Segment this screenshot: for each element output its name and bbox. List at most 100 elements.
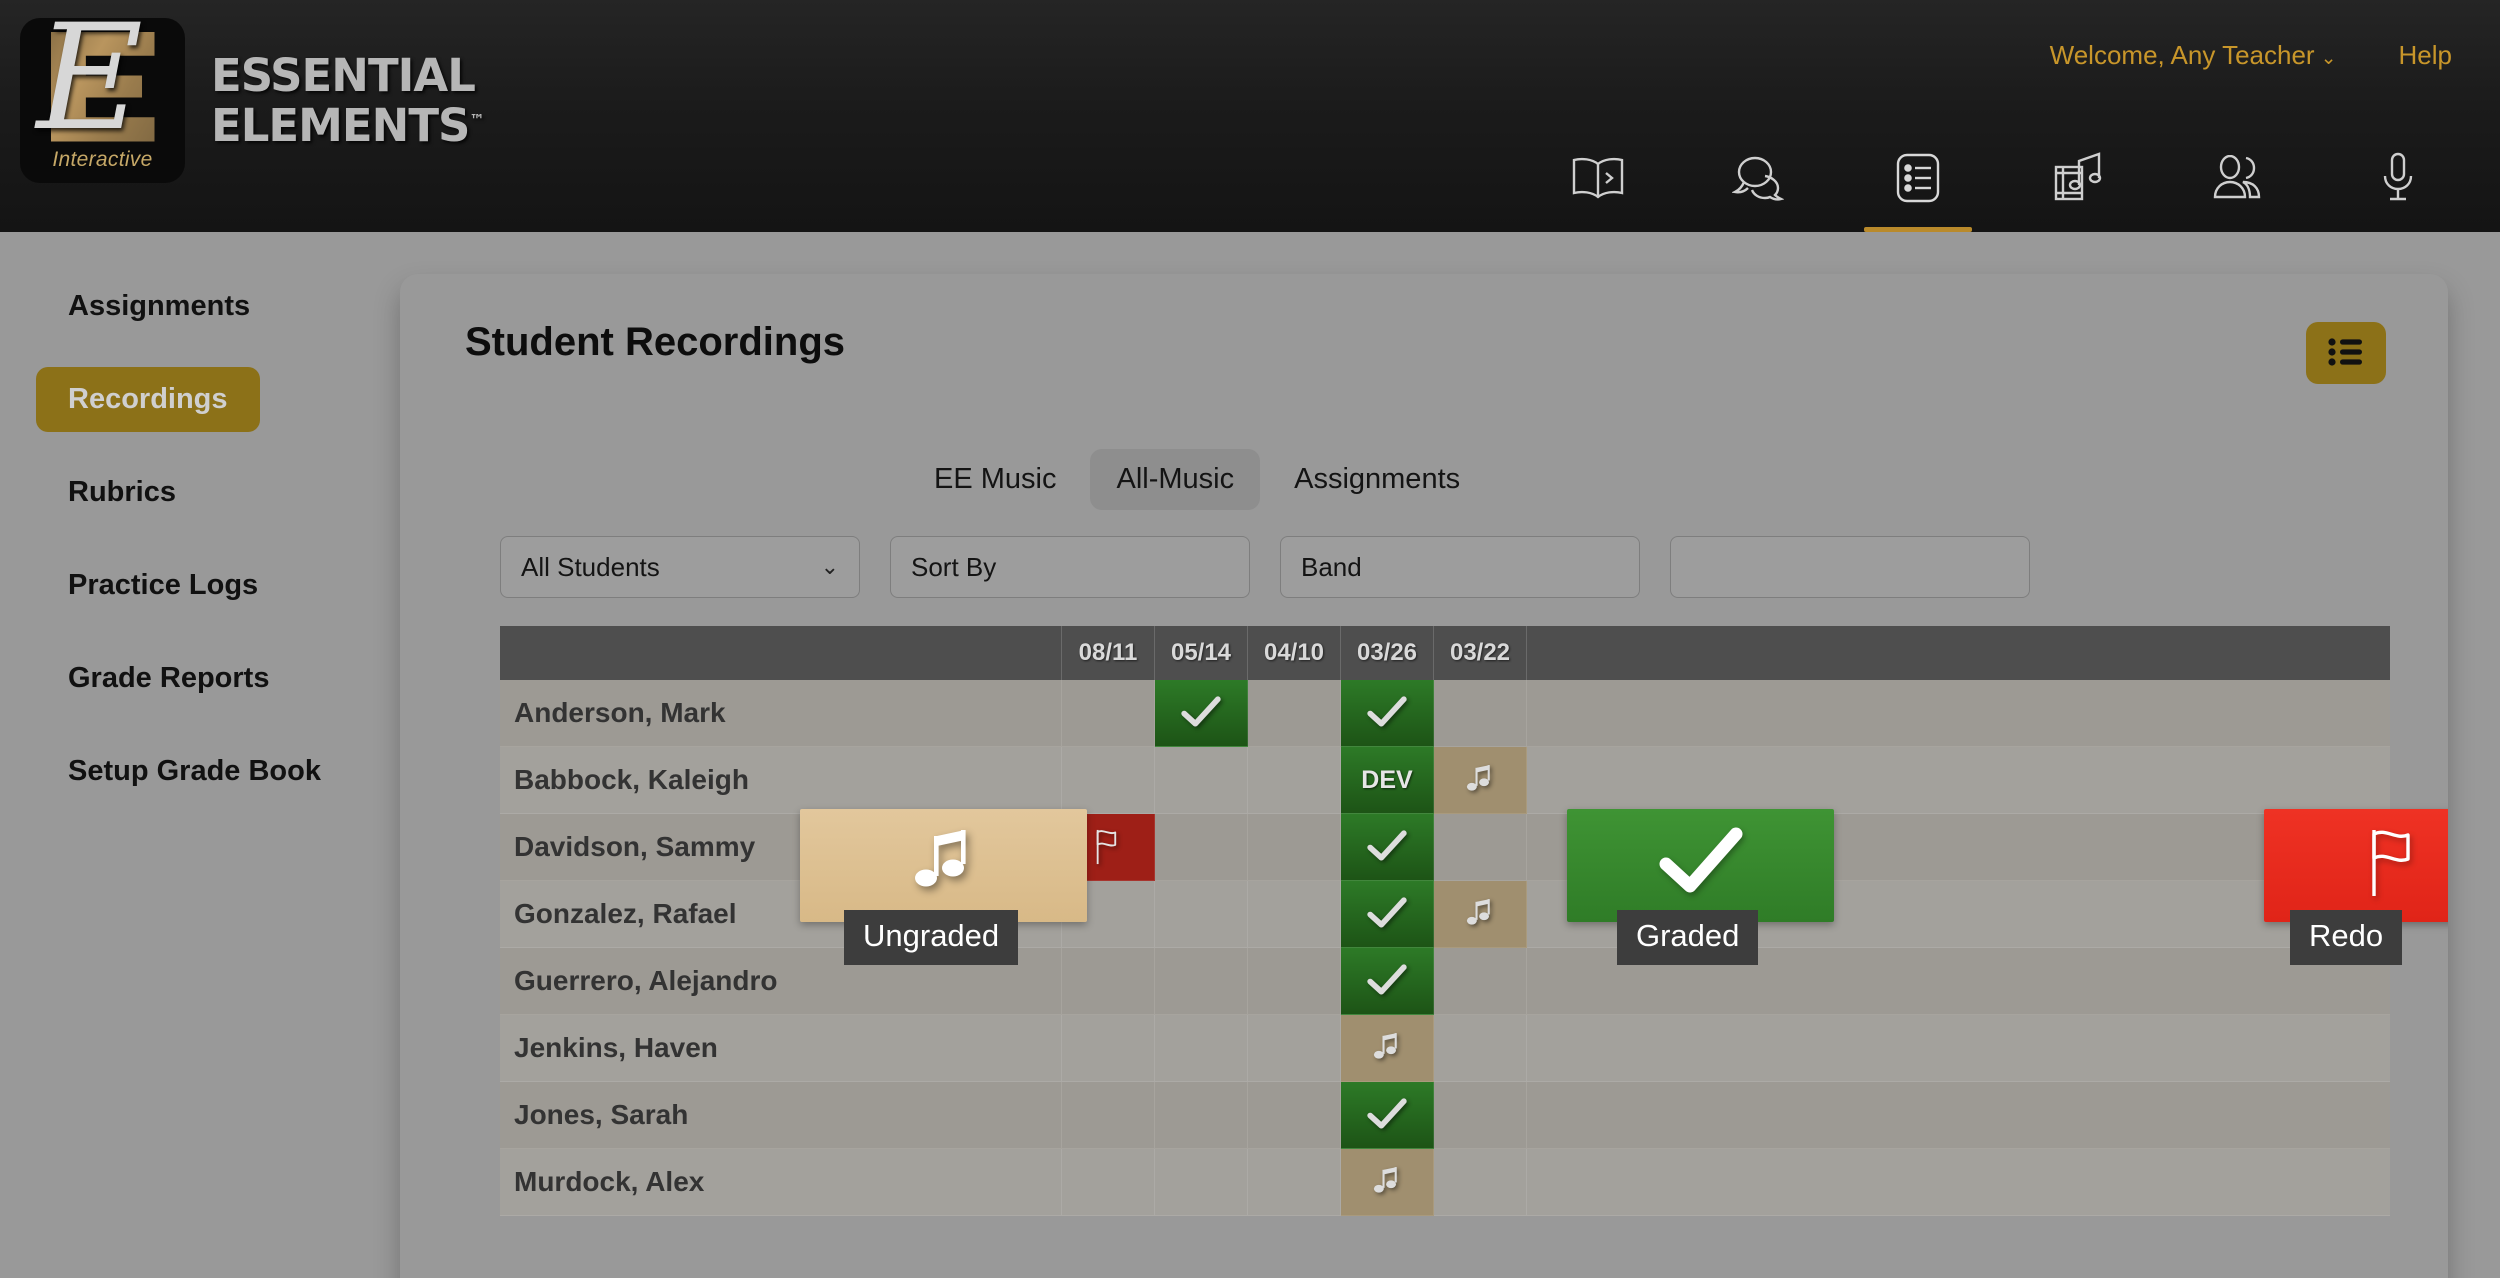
callout-graded-label: Graded (1617, 910, 1759, 965)
view-toggle-button[interactable] (2306, 322, 2386, 384)
recording-cell-ungraded[interactable] (1434, 881, 1527, 948)
music-media-icon (2051, 151, 2105, 205)
recording-cell-ungraded[interactable] (1341, 1015, 1434, 1082)
callout-ungraded: Ungraded (800, 809, 1087, 965)
student-name-cell[interactable]: Anderson, Mark (500, 680, 1062, 747)
recording-cell-ungraded[interactable] (1434, 747, 1527, 814)
music-note-icon (1466, 764, 1494, 796)
student-filter-select[interactable]: All Students ⌄ (500, 536, 860, 598)
check-icon (1364, 828, 1410, 866)
recording-cell-graded[interactable] (1341, 948, 1434, 1015)
recording-cell-empty (1434, 680, 1527, 747)
chevron-down-icon: ⌄ (2320, 48, 2337, 69)
sidebar-item-grade-reports[interactable]: Grade Reports (0, 646, 400, 711)
callout-redo-label: Redo (2290, 910, 2403, 965)
recording-cell-empty (1155, 881, 1248, 948)
column-header-date-2[interactable]: 04/10 (1248, 626, 1341, 680)
recording-cell-empty (1155, 948, 1248, 1015)
tab-all-music[interactable]: All-Music (1090, 449, 1261, 510)
column-header-date-0[interactable]: 08/11 (1062, 626, 1155, 680)
check-icon (1178, 694, 1224, 732)
tab-ee-music[interactable]: EE Music (908, 449, 1082, 510)
sidebar-item-setup-grade-book[interactable]: Setup Grade Book (0, 739, 400, 804)
table-row: Anderson, Mark (500, 680, 2390, 747)
music-note-icon (913, 830, 975, 901)
sidebar-item-practice-logs[interactable]: Practice Logs (0, 553, 400, 618)
recording-cell-empty (1062, 1149, 1155, 1216)
table-row: Murdock, Alex (500, 1149, 2390, 1216)
brand-wordmark: ESSENTIAL ELEMENTS™ (211, 48, 484, 152)
page-body: Assignments Recordings Rubrics Practice … (0, 232, 2500, 1278)
row-spacer-cell (1527, 747, 2390, 814)
nav-item-messages[interactable] (1678, 124, 1838, 232)
band-select[interactable]: Band (1280, 536, 1640, 598)
extra-select[interactable] (1670, 536, 2030, 598)
brand-logo[interactable]: E Interactive ESSENTIAL ELEMENTS™ (20, 0, 484, 183)
column-header-student (500, 626, 1062, 680)
nav-item-book[interactable] (1518, 124, 1678, 232)
column-header-date-3[interactable]: 03/26 (1341, 626, 1434, 680)
flag-icon (2365, 826, 2423, 905)
microphone-icon (2381, 152, 2415, 204)
nav-item-record[interactable] (2318, 124, 2478, 232)
logo-script-letter: E (36, 0, 144, 163)
recording-cell-empty (1434, 948, 1527, 1015)
sidebar-item-assignments[interactable]: Assignments (0, 274, 400, 339)
column-header-date-1[interactable]: 05/14 (1155, 626, 1248, 680)
wordmark-line-2: ELEMENTS™ (211, 98, 484, 152)
recording-cell-graded[interactable]: DEV (1341, 747, 1434, 814)
sort-by-select[interactable]: Sort By (890, 536, 1250, 598)
recording-cell-empty (1248, 1015, 1341, 1082)
sidebar-item-rubrics[interactable]: Rubrics (0, 460, 400, 525)
flag-icon (1093, 827, 1123, 867)
row-spacer-cell (1527, 1082, 2390, 1149)
header-links: Welcome, Any Teacher ⌄ Help (2050, 40, 2452, 71)
recording-cell-graded[interactable] (1341, 1082, 1434, 1149)
recording-cell-empty (1062, 747, 1155, 814)
student-name-cell[interactable]: Jenkins, Haven (500, 1015, 1062, 1082)
help-link[interactable]: Help (2399, 40, 2452, 71)
recording-cell-empty (1155, 814, 1248, 881)
book-icon (1570, 155, 1626, 201)
recording-cell-empty (1062, 1082, 1155, 1149)
recording-cell-graded[interactable] (1155, 680, 1248, 747)
music-note-icon (1373, 1032, 1401, 1064)
recording-cell-graded[interactable] (1341, 814, 1434, 881)
logo-tile: E Interactive (20, 0, 185, 183)
recording-cell-ungraded[interactable] (1341, 1149, 1434, 1216)
check-icon (1364, 1096, 1410, 1134)
band-value: Band (1301, 551, 1362, 582)
recording-cell-empty (1434, 814, 1527, 881)
recording-cell-empty (1248, 948, 1341, 1015)
student-name-cell[interactable]: Jones, Sarah (500, 1082, 1062, 1149)
table-row: Jenkins, Haven (500, 1015, 2390, 1082)
primary-nav (1518, 124, 2478, 232)
recording-cell-empty (1155, 1015, 1248, 1082)
student-name-cell[interactable]: Babbock, Kaleigh (500, 747, 1062, 814)
trademark-symbol: ™ (469, 110, 484, 129)
music-note-icon (1466, 898, 1494, 930)
recording-cell-graded[interactable] (1341, 881, 1434, 948)
recording-cell-graded[interactable] (1341, 680, 1434, 747)
tab-assignments[interactable]: Assignments (1268, 449, 1486, 510)
nav-item-students[interactable] (2158, 124, 2318, 232)
column-header-spacer (1527, 626, 2390, 680)
sort-by-value: Sort By (911, 551, 997, 582)
check-icon (1364, 694, 1410, 732)
table-row: Babbock, Kaleigh DEV (500, 747, 2390, 814)
table-header-row: 08/11 05/14 04/10 03/26 03/22 (500, 626, 2390, 680)
chevron-down-icon: ⌄ (820, 554, 839, 579)
sidebar-item-recordings[interactable]: Recordings (36, 367, 260, 432)
nav-item-music[interactable] (1998, 124, 2158, 232)
people-icon (2210, 155, 2266, 201)
wordmark-line-1: ESSENTIAL (211, 48, 476, 102)
column-header-date-4[interactable]: 03/22 (1434, 626, 1527, 680)
recording-cell-empty (1434, 1082, 1527, 1149)
student-name-cell[interactable]: Murdock, Alex (500, 1149, 1062, 1216)
recording-cell-empty (1155, 1149, 1248, 1216)
welcome-menu[interactable]: Welcome, Any Teacher ⌄ (2050, 40, 2337, 71)
check-icon (1364, 895, 1410, 933)
row-spacer-cell (1527, 1015, 2390, 1082)
table-row: Gonzalez, Rafael (500, 881, 2390, 948)
nav-item-gradebook[interactable] (1838, 124, 1998, 232)
